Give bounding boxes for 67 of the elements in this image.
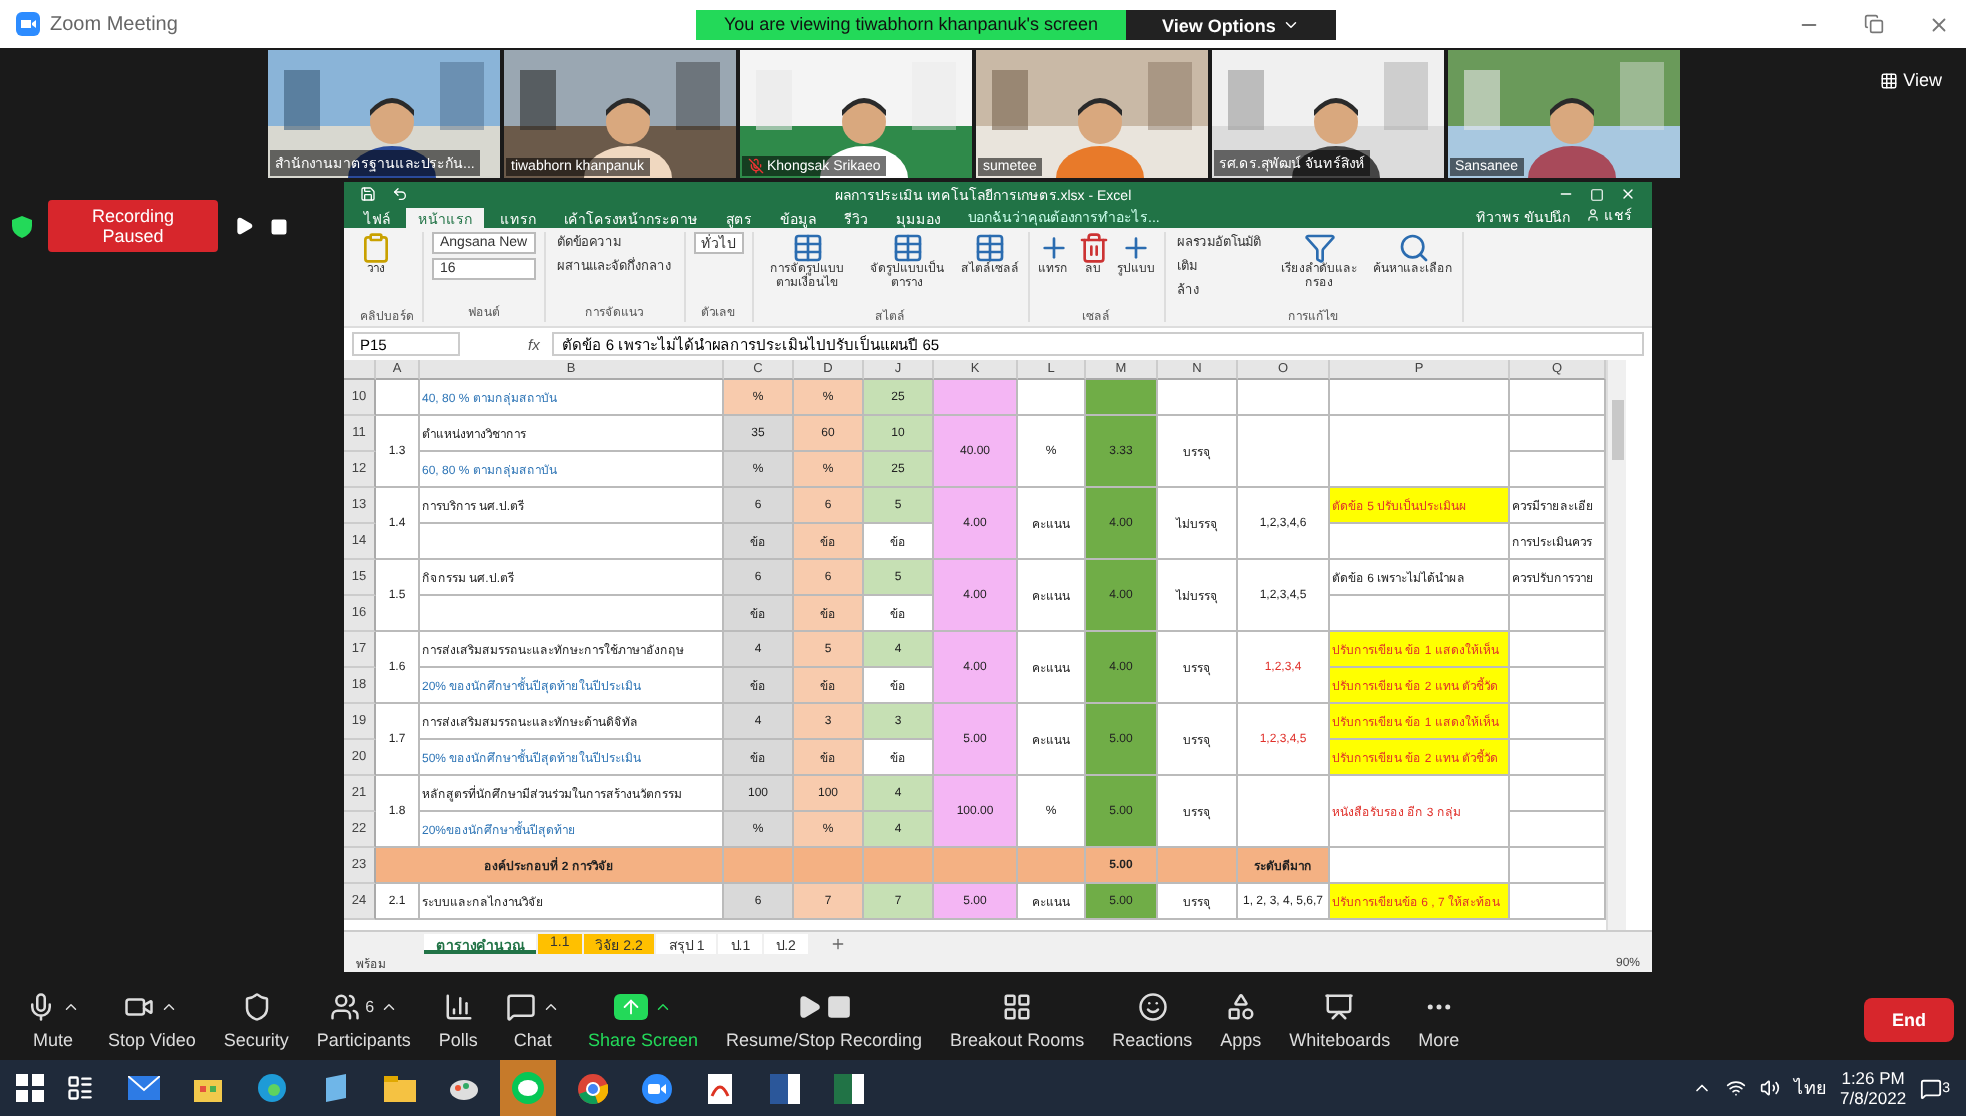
maximize-icon[interactable] — [1589, 187, 1604, 201]
participant-count: 6 — [365, 998, 375, 1016]
caret-icon[interactable] — [380, 998, 399, 1016]
start-icon[interactable] — [16, 1074, 44, 1102]
window-title: Zoom Meeting — [50, 13, 178, 35]
restore-icon[interactable] — [1864, 13, 1884, 33]
chat-button[interactable]: Chat — [491, 991, 574, 1049]
reactions-button[interactable]: Reactions — [1098, 991, 1207, 1049]
recording-button[interactable]: Resume/Stop Recording — [711, 991, 937, 1049]
polls-button[interactable]: Polls — [424, 991, 492, 1049]
clock-date[interactable]: 7/8/2022 — [1840, 1088, 1907, 1108]
mute-icon — [26, 992, 56, 1022]
filter-icon — [1303, 232, 1336, 264]
undo-icon[interactable] — [392, 186, 408, 202]
trash-icon — [1077, 232, 1110, 264]
caret-icon[interactable] — [160, 998, 179, 1016]
resume-icon[interactable] — [234, 216, 254, 236]
apps-button[interactable]: Apps — [1206, 991, 1276, 1049]
recording-status: Recording Paused — [48, 200, 218, 252]
table-icon — [974, 232, 1007, 264]
polls-icon — [443, 992, 474, 1022]
security-button[interactable]: Security — [209, 991, 303, 1049]
search-icon — [1397, 232, 1430, 264]
volume-icon[interactable] — [1760, 1078, 1780, 1098]
shield-icon — [12, 215, 32, 237]
whiteboards-icon — [1324, 992, 1355, 1022]
caret-icon[interactable] — [62, 998, 80, 1016]
zoom-logo-icon — [16, 12, 40, 36]
person-icon — [1586, 208, 1600, 222]
participants-icon — [329, 992, 360, 1022]
view-options-button[interactable]: View Options — [1126, 10, 1336, 40]
breakout-button[interactable]: Breakout Rooms — [936, 991, 1099, 1049]
clipboard-icon — [360, 232, 392, 264]
close-icon[interactable] — [1619, 186, 1636, 202]
clock-time[interactable]: 1:26 PM — [1841, 1068, 1905, 1088]
table-icon — [791, 232, 824, 264]
security-icon — [241, 992, 272, 1022]
wifi-icon[interactable] — [1726, 1078, 1746, 1098]
end-button[interactable]: End — [1864, 998, 1954, 1042]
chevron-icon — [1281, 16, 1300, 34]
more-button[interactable]: More — [1404, 991, 1474, 1049]
caret-icon[interactable] — [541, 998, 560, 1016]
screen-share-banner: You are viewing tiwabhorn khanpanuk's screen — [696, 10, 1126, 40]
caret-icon[interactable] — [653, 998, 672, 1016]
apps-icon — [1225, 992, 1256, 1022]
chat-icon — [505, 992, 536, 1022]
message-icon — [1920, 1077, 1943, 1099]
record-controls-icon — [796, 994, 853, 1020]
vertical-scrollbar[interactable] — [1606, 360, 1626, 930]
close-icon[interactable] — [1928, 13, 1950, 35]
share-screen-icon — [613, 994, 648, 1020]
video-icon — [124, 992, 155, 1022]
reactions-icon — [1137, 992, 1168, 1022]
view-button[interactable]: View — [1867, 68, 1954, 92]
save-icon[interactable] — [360, 186, 376, 202]
plus-icon — [1037, 232, 1070, 264]
language-indicator[interactable]: ไทย — [1794, 1074, 1826, 1102]
grid-icon — [1879, 71, 1898, 89]
mute-button[interactable]: Mute — [12, 991, 94, 1049]
share-button[interactable]: Share Screen — [573, 991, 712, 1049]
stop-icon[interactable] — [270, 217, 288, 235]
table-icon — [891, 232, 924, 264]
video-button[interactable]: Stop Video — [94, 991, 210, 1049]
whiteboards-button[interactable]: Whiteboards — [1275, 991, 1405, 1049]
breakout-icon — [1002, 992, 1033, 1022]
participants-button[interactable]: 6 Participants — [302, 991, 425, 1049]
add-sheet-icon[interactable] — [829, 935, 846, 951]
